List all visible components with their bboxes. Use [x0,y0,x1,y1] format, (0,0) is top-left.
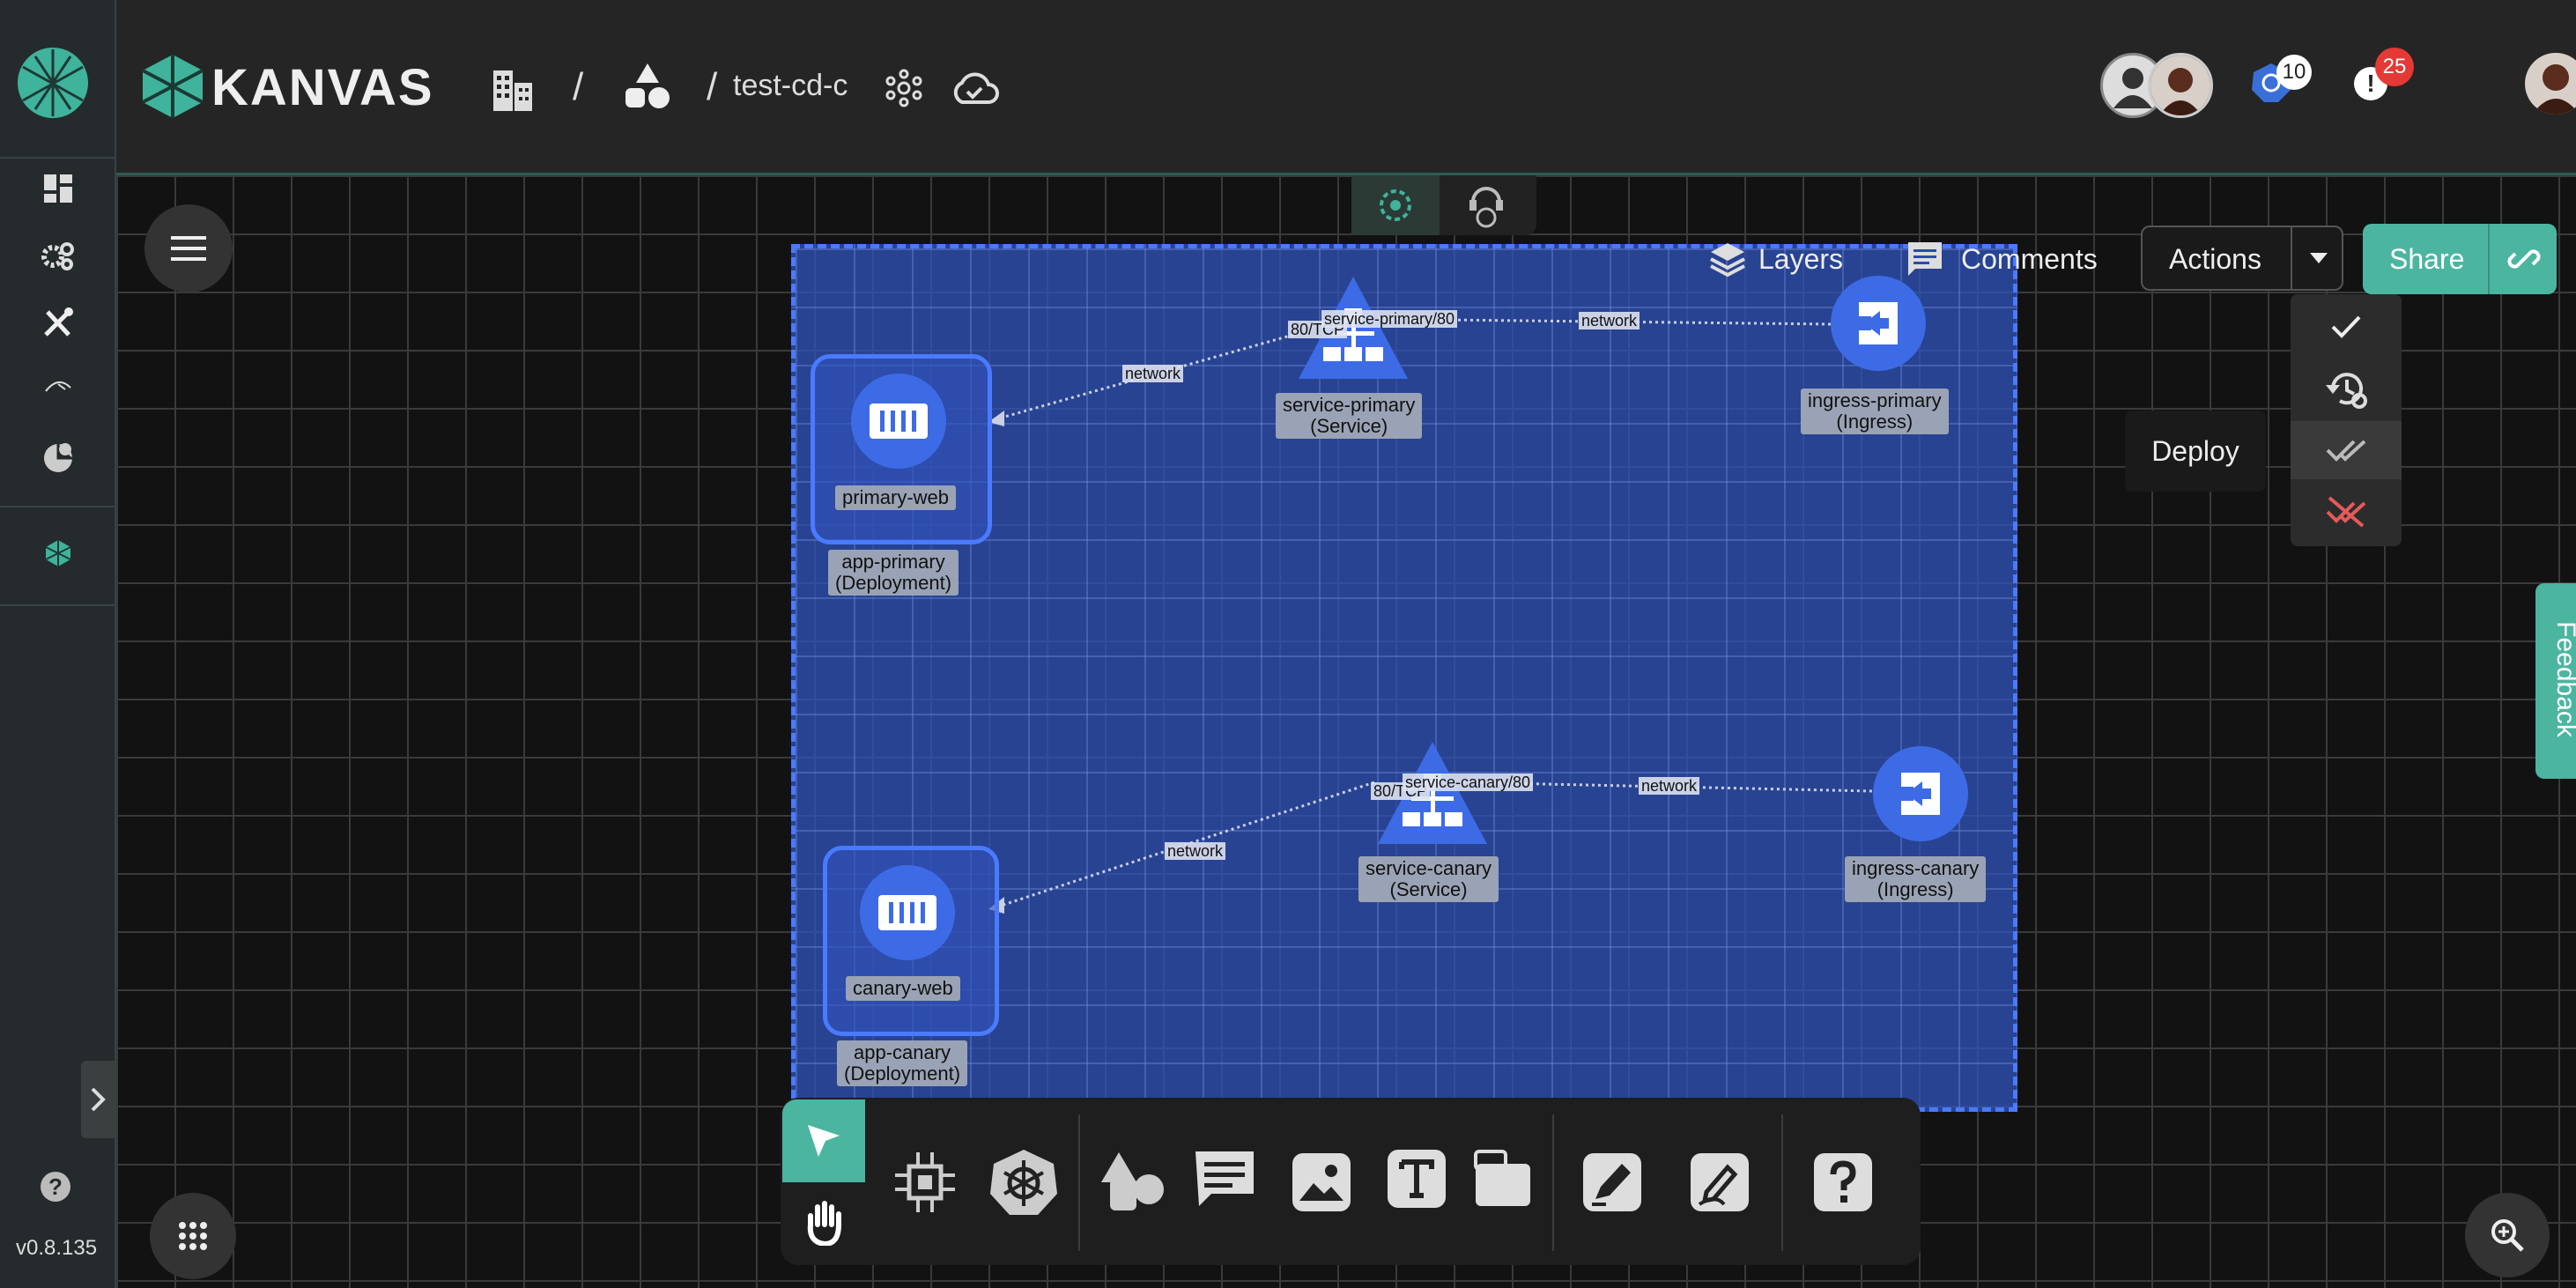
undeploy-icon[interactable] [2291,483,2402,541]
layers-label: Layers [1758,242,1844,275]
actions-dropdown[interactable]: Actions [2141,226,2343,291]
edge-label: service-canary/80 [1403,774,1534,791]
pen-tool-icon[interactable] [1577,1147,1647,1218]
deployment-icon [851,374,946,469]
validate-icon[interactable] [2291,298,2402,356]
help-tool-icon[interactable] [1808,1147,1878,1218]
deploy-icon[interactable] [2291,421,2402,479]
pan-hand-tool[interactable] [782,1182,865,1263]
link-icon[interactable] [2488,224,2558,294]
kubernetes-icon[interactable] [988,1147,1059,1218]
dry-run-icon[interactable] [2291,359,2402,418]
deployment-icon [860,865,955,960]
deploy-tooltip: Deploy [2125,411,2266,492]
edge-label: network [1122,365,1184,382]
comment-tool-icon[interactable] [1189,1144,1260,1214]
node-label: canary-web [846,976,960,1001]
edge-label: network [1639,777,1700,795]
node-label: primary-web [835,485,957,510]
node-label: app-primary (Deployment) [828,550,959,596]
node-label: ingress-canary (Ingress) [1845,856,1987,902]
apps-grid-button[interactable] [150,1193,236,1279]
edges-layer [988,317,1873,914]
node-label: app-canary (Deployment) [837,1040,968,1086]
layers-icon [1710,243,1745,277]
shapes-icon[interactable] [1098,1147,1168,1218]
zoom-button[interactable] [2465,1193,2550,1277]
image-icon[interactable] [1286,1147,1357,1218]
comments-label: Comments [1961,242,2098,275]
pointer-tool[interactable] [782,1099,865,1182]
node-label: ingress-primary (Ingress) [1801,389,1949,434]
share-label: Share [2389,243,2465,275]
edge-label: service-primary/80 [1321,310,1458,328]
feedback-tab[interactable]: Feedback [2535,583,2576,779]
ingress-icon[interactable] [1873,746,1968,841]
freehand-tool-icon[interactable] [1684,1147,1755,1218]
edge-label: network [1165,842,1226,860]
node-label: service-canary (Service) [1358,856,1499,902]
components-icon[interactable] [890,1147,960,1218]
comments-button[interactable]: Comments [1906,238,2098,280]
actions-menu [2291,294,2402,546]
feedback-label: Feedback [2551,621,2576,737]
actions-label: Actions [2169,243,2261,275]
layers-button[interactable]: Layers [1709,238,1843,280]
ingress-icon[interactable] [1831,276,1926,371]
chevron-down-icon[interactable] [2291,227,2345,289]
text-tool-icon[interactable] [1381,1144,1452,1214]
node-label: service-primary (Service) [1276,393,1423,439]
share-button[interactable]: Share [2363,224,2557,294]
comment-icon [1908,242,1942,276]
section-tool-icon[interactable] [1468,1144,1538,1214]
edge-label: network [1579,312,1640,329]
